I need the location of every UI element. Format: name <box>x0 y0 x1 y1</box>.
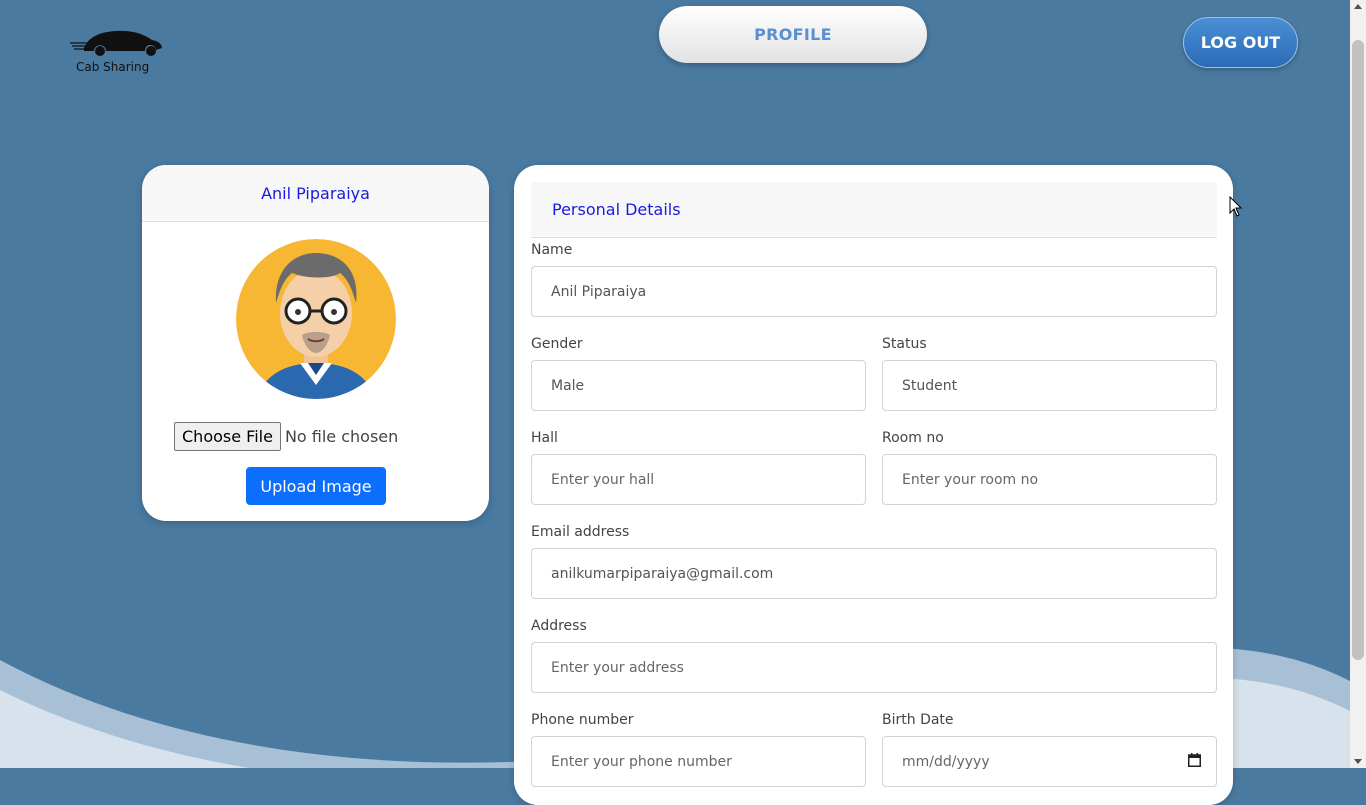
hall-label: Hall <box>531 430 558 446</box>
status-value: Student <box>902 377 958 394</box>
name-field[interactable]: Anil Piparaiya <box>531 266 1217 317</box>
cab-sharing-logo[interactable]: Cab Sharing <box>70 24 170 78</box>
avatar <box>236 239 396 399</box>
address-label: Address <box>531 618 587 634</box>
room-placeholder: Enter your room no <box>902 471 1039 488</box>
status-field[interactable]: Student <box>882 360 1217 411</box>
hall-placeholder: Enter your hall <box>551 471 655 488</box>
logo-text: Cab Sharing <box>76 60 150 74</box>
birth-date-label: Birth Date <box>882 712 954 728</box>
phone-field[interactable]: Enter your phone number <box>531 736 866 787</box>
address-placeholder: Enter your address <box>551 659 684 676</box>
logout-button[interactable]: LOG OUT <box>1183 17 1298 68</box>
scroll-up-arrow-icon[interactable] <box>1354 4 1362 9</box>
scrollbar[interactable] <box>1350 0 1366 768</box>
email-label: Email address <box>531 524 630 540</box>
avatar-image <box>236 239 396 399</box>
phone-placeholder: Enter your phone number <box>551 753 732 770</box>
calendar-icon[interactable] <box>1188 753 1201 767</box>
car-icon <box>70 30 162 56</box>
phone-label: Phone number <box>531 712 634 728</box>
profile-name: Anil Piparaiya <box>142 165 489 222</box>
gender-label: Gender <box>531 336 583 352</box>
personal-details-card: Personal Details Name Anil Piparaiya Gen… <box>514 165 1233 805</box>
status-label: Status <box>882 336 927 352</box>
room-field[interactable]: Enter your room no <box>882 454 1217 505</box>
profile-button[interactable]: PROFILE <box>659 6 927 63</box>
personal-details-title: Personal Details <box>531 182 1217 238</box>
upload-image-button[interactable]: Upload Image <box>246 467 386 505</box>
email-value: anilkumarpiparaiya@gmail.com <box>551 565 774 582</box>
address-field[interactable]: Enter your address <box>531 642 1217 693</box>
gender-value: Male <box>551 377 585 394</box>
room-label: Room no <box>882 430 944 446</box>
mouse-pointer-icon <box>1229 196 1243 217</box>
no-file-text: No file chosen <box>284 427 399 446</box>
birth-date-field[interactable]: mm/dd/yyyy <box>882 736 1217 787</box>
birth-date-placeholder: mm/dd/yyyy <box>902 753 990 770</box>
choose-file-button[interactable]: Choose File <box>174 422 281 451</box>
file-input[interactable]: Choose File No file chosen <box>174 422 398 451</box>
gender-field[interactable]: Male <box>531 360 866 411</box>
name-label: Name <box>531 242 573 258</box>
email-field[interactable]: anilkumarpiparaiya@gmail.com <box>531 548 1217 599</box>
hall-field[interactable]: Enter your hall <box>531 454 866 505</box>
scroll-thumb[interactable] <box>1352 40 1364 660</box>
name-value: Anil Piparaiya <box>551 283 647 300</box>
profile-card: Anil Piparaiya Choose File No file chose… <box>142 165 489 521</box>
scroll-down-arrow-icon[interactable] <box>1354 759 1362 764</box>
